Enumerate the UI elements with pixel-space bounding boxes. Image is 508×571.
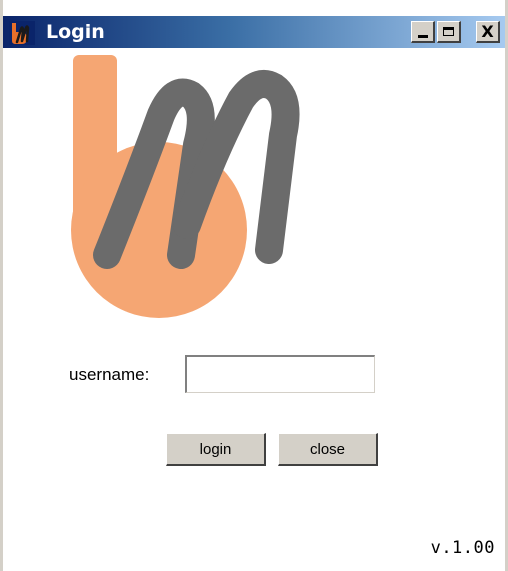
login-window: Login X username: login close v.1.00 — [0, 0, 508, 571]
username-input[interactable] — [185, 355, 375, 393]
username-label: username: — [69, 365, 150, 384]
login-button[interactable]: login — [166, 433, 266, 466]
app-logo-icon — [9, 21, 35, 45]
minimize-icon — [417, 35, 428, 38]
window-title: Login — [46, 21, 105, 43]
minimize-button[interactable] — [411, 21, 435, 43]
bm-logo-icon — [71, 55, 300, 318]
maximize-icon — [443, 27, 454, 36]
maximize-button[interactable] — [437, 21, 461, 43]
title-bar[interactable]: Login X — [3, 16, 505, 48]
close-icon: X — [481, 21, 494, 41]
close-window-button[interactable]: X — [476, 21, 500, 43]
close-button[interactable]: close — [278, 433, 378, 466]
version-label: v.1.00 — [430, 538, 495, 558]
